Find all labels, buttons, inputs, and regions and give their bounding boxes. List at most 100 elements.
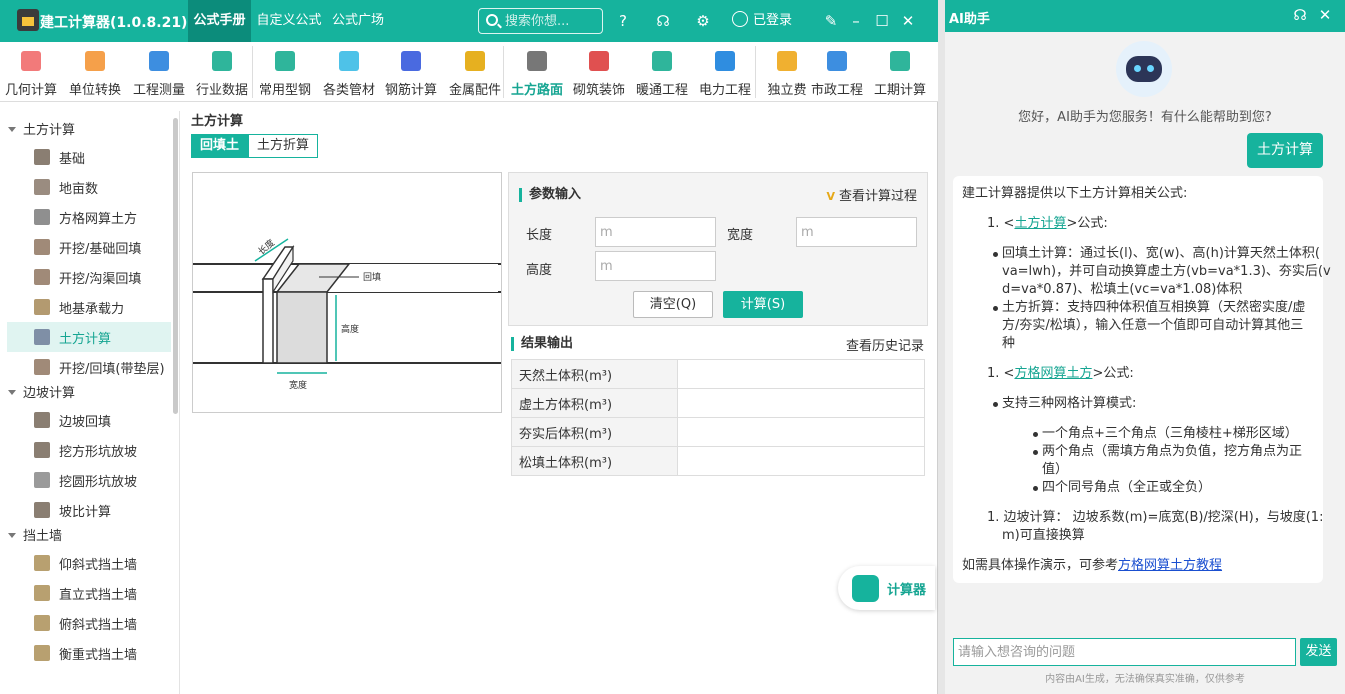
view-history-link[interactable]: 查看历史记录 (846, 335, 924, 354)
sidebar-item-label: 开挖/回填(带垫层) (59, 362, 165, 377)
sidebar-item[interactable]: 方格网算土方 (7, 202, 171, 232)
login-status-button[interactable]: 已登录 (732, 10, 792, 32)
sidebar-group-label: 边坡计算 (23, 386, 76, 401)
calculator-label: 计算器 (887, 583, 927, 598)
toolbar-item[interactable]: 工期计算 (869, 42, 931, 102)
sidebar-item[interactable]: 土方计算 (7, 322, 171, 352)
length-input[interactable] (595, 217, 716, 247)
maximize-icon[interactable]: ☐ (872, 11, 892, 31)
bar-chart-icon (212, 51, 232, 71)
length-label: 长度 (526, 228, 553, 243)
minimize-icon[interactable]: – (846, 11, 866, 31)
clear-button[interactable]: 清空(Q) (633, 291, 713, 318)
toolbar-item[interactable]: 市政工程 (806, 42, 868, 102)
sidebar-item[interactable]: 基础 (7, 142, 171, 172)
pin-icon[interactable]: ✎ (821, 11, 841, 31)
toolbar-item[interactable]: 工程测量 (128, 42, 190, 102)
toolbar-item[interactable]: 土方路面 (506, 42, 568, 102)
sidebar-item[interactable]: 挖圆形坑放坡 (7, 465, 171, 495)
width-input[interactable] (796, 217, 917, 247)
sidebar-group-label: 土方计算 (23, 123, 76, 138)
close-icon[interactable]: ✕ (898, 11, 918, 31)
sidebar-scrollbar[interactable] (173, 118, 178, 414)
sidebar-group[interactable]: 边坡计算 (8, 382, 75, 401)
sidebar-item-label: 仰斜式挡土墙 (59, 558, 138, 573)
toolbar-item[interactable]: 行业数据 (191, 42, 253, 102)
formula-icon (34, 299, 50, 315)
toolbar-item[interactable]: 各类管材 (318, 42, 380, 102)
app-title: 建工计算器(1.0.8.21) (40, 15, 188, 31)
tab-earthwork-conversion[interactable]: 土方折算 (248, 134, 319, 158)
bullet-conversion-l2: 方/夯实/松填），输入任意一个值即可自动计算其他三 (1002, 318, 1304, 333)
sidebar-item[interactable]: 开挖/沟渠回填 (7, 262, 171, 292)
table-row: 松填土体积(m³) (511, 446, 925, 476)
search-box[interactable] (478, 8, 603, 34)
headset-icon[interactable]: ☊ (653, 11, 673, 31)
settings-gear-icon[interactable]: ⚙ (693, 11, 713, 31)
toolbar-item[interactable]: 钢筋计算 (380, 42, 442, 102)
toolbar-item[interactable]: 单位转换 (64, 42, 126, 102)
toolbar-item[interactable]: 常用型钢 (254, 42, 316, 102)
toolbar-item[interactable]: 金属配件 (444, 42, 506, 102)
page-title: 土方计算 (191, 114, 244, 129)
search-input[interactable] (505, 11, 600, 31)
sidebar-item-label: 俯斜式挡土墙 (59, 618, 138, 633)
sidebar-item[interactable]: 开挖/回填(带垫层) (7, 352, 171, 382)
sidebar-item[interactable]: 衡重式挡土墙 (7, 638, 171, 668)
headset-icon[interactable]: ☊ (1291, 6, 1309, 24)
sidebar-item[interactable]: 坡比计算 (7, 495, 171, 525)
sidebar-item-label: 挖圆形坑放坡 (59, 475, 138, 490)
height-label: 高度 (526, 263, 553, 278)
earthwork-formula-link[interactable]: 土方计算 (1014, 216, 1066, 231)
toolbar-item[interactable]: 几何计算 (0, 42, 62, 102)
formula-icon (34, 329, 50, 345)
grid-tutorial-link[interactable]: 方格网算土方教程 (1118, 558, 1222, 573)
wrench-icon (275, 51, 295, 71)
sidebar-item[interactable]: 挖方形坑放坡 (7, 435, 171, 465)
tab-custom-formula[interactable]: 自定义公式 (253, 0, 325, 42)
caret-down-icon (8, 533, 16, 538)
sidebar-item[interactable]: 地亩数 (7, 172, 171, 202)
sidebar-item-label: 基础 (59, 152, 86, 167)
view-process-link[interactable]: V 查看计算过程 (826, 185, 917, 204)
sidebar-item[interactable]: 俯斜式挡土墙 (7, 608, 171, 638)
tab-formula-square[interactable]: 公式广场 (328, 0, 388, 42)
toolbar-item[interactable]: 砌筑装饰 (568, 42, 630, 102)
close-icon[interactable]: ✕ (1316, 6, 1334, 24)
toolbar-item-label: 钢筋计算 (384, 83, 437, 98)
formula-icon (34, 502, 50, 518)
help-icon[interactable]: ? (613, 11, 633, 31)
sidebar-item[interactable]: 直立式挡土墙 (7, 578, 171, 608)
calculator-float-button[interactable]: 计算器 (838, 566, 935, 610)
toolbar-divider (252, 46, 253, 98)
toolbar-item-label: 工程测量 (132, 83, 185, 98)
ai-question-input[interactable] (953, 638, 1296, 666)
sidebar-item[interactable]: 边坡回填 (7, 405, 171, 435)
toolbar-item[interactable]: 暖通工程 (631, 42, 693, 102)
toolbar-item-label: 电力工程 (698, 83, 751, 98)
height-input[interactable] (595, 251, 716, 281)
diagram-height-label: 高度 (341, 323, 359, 335)
sidebar-item[interactable]: 仰斜式挡土墙 (7, 548, 171, 578)
metal-part-icon (465, 51, 485, 71)
toolbar-item[interactable]: 电力工程 (694, 42, 756, 102)
section-1-suffix: >公式: (1066, 216, 1108, 231)
sidebar-item-label: 边坡回填 (59, 415, 112, 430)
backfill-diagram: 长度 回填 高度 宽度 (192, 172, 502, 413)
category-toolbar: 几何计算 单位转换 工程测量 行业数据 常用型钢 各类管材 钢筋计算 金属配件 土方路面 砌筑装饰… (0, 42, 938, 102)
send-button[interactable]: 发送 (1300, 638, 1337, 666)
subbullet-four-corners: 四个同号角点（全正或全负） (1032, 480, 1212, 495)
login-label: 已登录 (753, 13, 793, 28)
sidebar-item[interactable]: 开挖/基础回填 (7, 232, 171, 262)
title-bar: 建工计算器(1.0.8.21) 公式手册 自定义公式 公式广场 ? ☊ ⚙ 已登… (0, 0, 938, 42)
tab-formula-manual[interactable]: 公式手册 (188, 0, 251, 42)
pipe-icon (339, 51, 359, 71)
sidebar-group[interactable]: 土方计算 (8, 119, 75, 138)
tab-backfill[interactable]: 回填土 (191, 134, 249, 158)
toolbar-item-label: 各类管材 (322, 83, 375, 98)
calculate-button[interactable]: 计算(S) (723, 291, 803, 318)
sidebar-group[interactable]: 挡土墙 (8, 525, 62, 544)
grid-earthwork-link[interactable]: 方格网算土方 (1014, 366, 1092, 381)
subbullet-two-corners-l2: 值） (1042, 462, 1069, 477)
sidebar-item[interactable]: 地基承载力 (7, 292, 171, 322)
